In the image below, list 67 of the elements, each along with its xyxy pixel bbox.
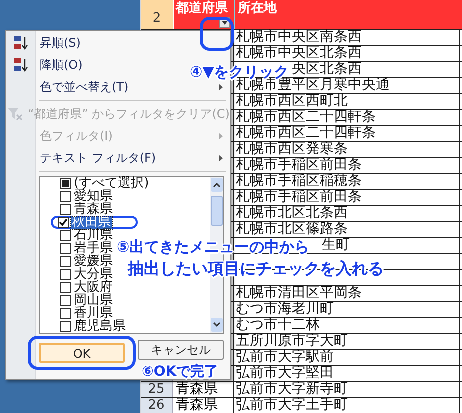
- checkbox[interactable]: [60, 230, 71, 241]
- table-cell: 弘前市大字駅前: [236, 350, 334, 365]
- table-cell: 央区北条西: [292, 62, 362, 77]
- row-header: 2: [141, 0, 173, 29]
- checkbox[interactable]: [60, 256, 71, 267]
- table-cell-text: 青森県: [175, 398, 218, 413]
- checkbox[interactable]: [60, 204, 71, 215]
- table-cell: 生町: [322, 238, 350, 253]
- callout-text: ⑤出てきたメニューの中から: [117, 238, 310, 256]
- list-item[interactable]: 鹿児島県: [73, 320, 127, 332]
- table-cell-text: 青森県: [175, 382, 218, 397]
- table-cell: 札幌市西区発寒条: [236, 142, 348, 157]
- list-item[interactable]: 岡山県: [73, 294, 114, 306]
- checkbox[interactable]: [60, 178, 71, 189]
- scroll-thumb[interactable]: [210, 196, 222, 226]
- table-cell: 札幌市西区二十四軒条: [236, 126, 376, 141]
- checkbox[interactable]: [60, 243, 71, 254]
- row-number: 25: [148, 382, 165, 397]
- table-cell: むつ市海老川町: [236, 302, 334, 317]
- list-item[interactable]: 大阪府: [73, 282, 114, 294]
- menu-item[interactable]: テキスト フィルタ(F): [40, 151, 156, 165]
- sort-descending-icon: [13, 57, 29, 73]
- table-cell: 五所川原市字大町: [236, 334, 348, 349]
- list-item[interactable]: (すべて選択): [73, 176, 150, 190]
- checkbox[interactable]: [60, 308, 71, 319]
- table-cell: むつ市十二林: [236, 318, 320, 333]
- menu-item[interactable]: 降順(O): [40, 58, 83, 72]
- table-cell: 札幌市手稲区前田条: [236, 158, 362, 173]
- dialog-button[interactable]: キャンセル: [138, 340, 224, 360]
- callout-text: ⑥OKで完了: [142, 365, 219, 380]
- list-item[interactable]: 香川県: [73, 308, 114, 320]
- clear-filter-icon: [7, 107, 23, 121]
- checkbox[interactable]: [60, 295, 71, 306]
- sort-ascending-icon: [13, 35, 29, 51]
- list-item[interactable]: 石川県: [73, 230, 114, 242]
- table-cell: 札幌市西区二十四軒条: [236, 110, 376, 125]
- scroll-down-icon[interactable]: [210, 318, 222, 332]
- list-item[interactable]: 岩手県: [73, 242, 114, 254]
- checkbox[interactable]: [60, 269, 71, 280]
- dialog-button[interactable]: OK: [39, 343, 125, 363]
- highlight-ring: [200, 17, 234, 51]
- table-cell: 札幌市清田区平岡条: [236, 286, 362, 301]
- column-header: 都道府県: [176, 1, 228, 17]
- scroll-up-icon[interactable]: [210, 178, 222, 192]
- list-item[interactable]: 愛媛県: [73, 256, 114, 268]
- table-cell: 札幌市中央区南条西: [236, 30, 362, 45]
- dropdown-arrow-icon: [222, 20, 228, 24]
- table-cell: 弘前市大字堅田: [236, 366, 334, 381]
- table-cell: 弘前市大字土手町: [236, 398, 348, 413]
- checkbox[interactable]: [58, 217, 69, 228]
- checkbox[interactable]: [60, 321, 71, 332]
- table-cell: 札幌市西区西町北: [236, 94, 348, 109]
- table-cell: 札幌市北区北条西: [236, 206, 348, 221]
- table-cell: 札幌市手稲区稲穂条: [236, 174, 362, 189]
- list-item[interactable]: 愛知県: [73, 190, 114, 202]
- list-item[interactable]: 大分県: [73, 268, 114, 280]
- table-cell: 札幌市手稲区前田条: [236, 190, 362, 205]
- table-cell: 弘前市大字新寺町: [236, 382, 348, 397]
- list-item[interactable]: 青森県: [73, 204, 114, 216]
- checkbox[interactable]: [60, 282, 71, 293]
- checkbox[interactable]: [60, 191, 71, 202]
- menu-item[interactable]: 色で並べ替え(T): [40, 80, 129, 94]
- row-number: 26: [148, 398, 165, 413]
- column-header: 所在地: [236, 0, 278, 17]
- menu-item[interactable]: 昇順(S): [40, 36, 81, 50]
- table-cell: 札幌市北区篠路条: [236, 222, 348, 237]
- table-cell: 札幌市中央区北条西: [236, 46, 362, 61]
